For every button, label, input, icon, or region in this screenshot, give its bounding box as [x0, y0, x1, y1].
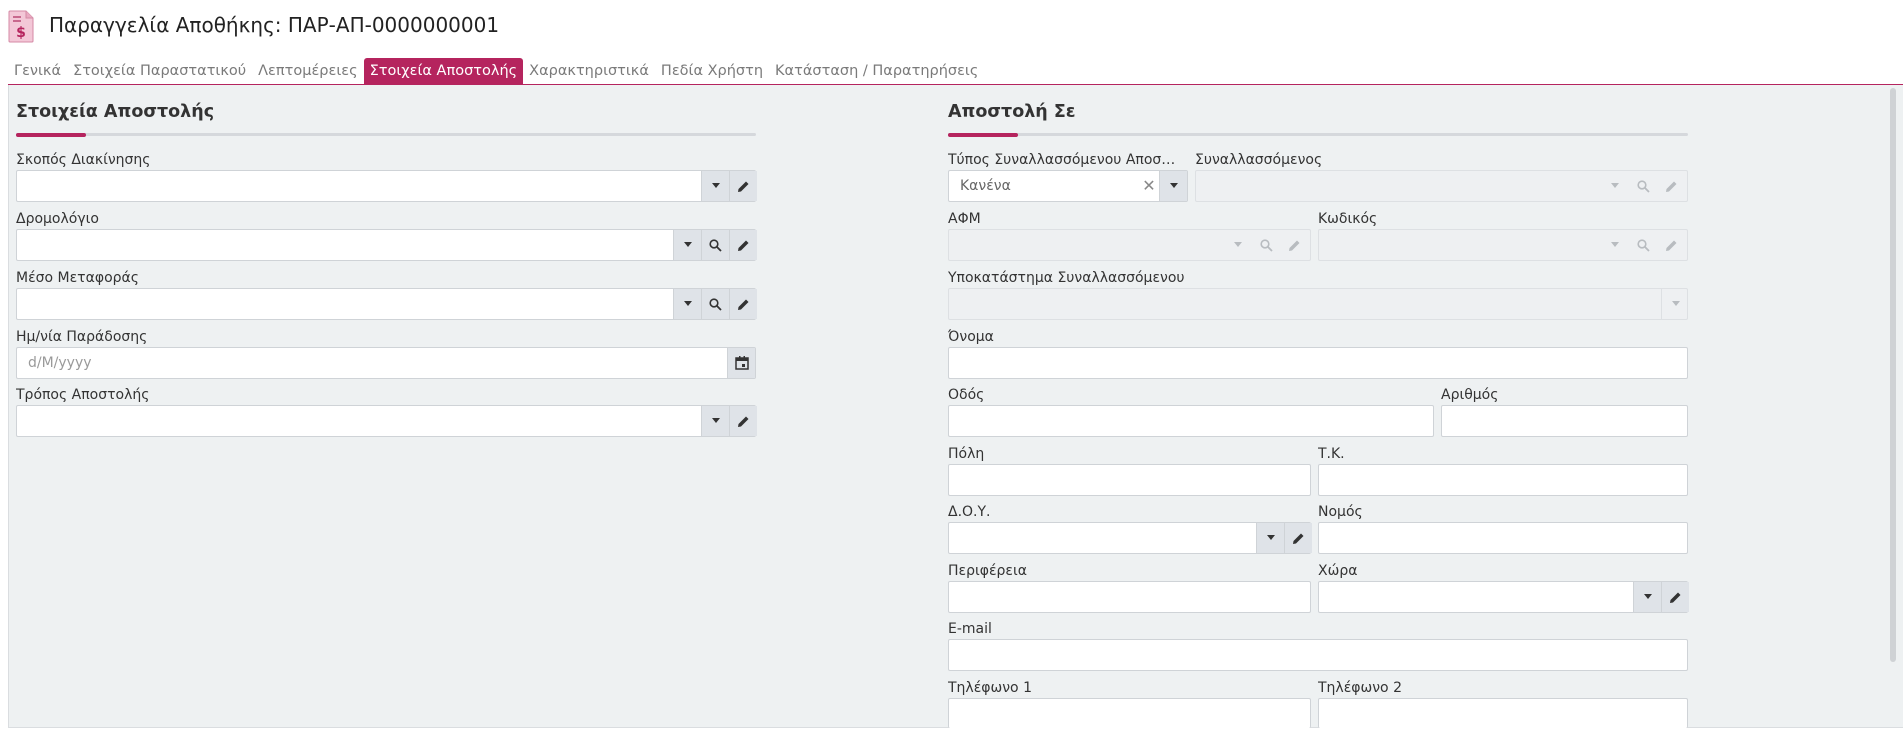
tab-details[interactable]: Λεπτομέρειες — [252, 58, 363, 84]
zip-input[interactable] — [1318, 464, 1688, 496]
edit-pencil-icon[interactable] — [1657, 230, 1685, 260]
counterparty-type-select[interactable]: Κανένα ✕ — [948, 170, 1188, 202]
chevron-down-icon[interactable] — [1159, 171, 1187, 201]
counterparty-select[interactable] — [1195, 170, 1688, 202]
tab-status-notes[interactable]: Κατάσταση / Παρατηρήσεις — [769, 58, 984, 84]
phone1-label: Τηλέφωνο 1 — [948, 680, 1032, 696]
edit-pencil-icon[interactable] — [729, 289, 757, 319]
email-label: E-mail — [948, 621, 992, 637]
search-icon[interactable] — [1629, 171, 1657, 201]
edit-pencil-icon[interactable] — [729, 230, 757, 260]
country-select[interactable] — [1318, 581, 1689, 613]
calendar-icon[interactable] — [727, 348, 755, 378]
transport-label: Μέσο Μεταφοράς — [16, 270, 139, 286]
clear-icon[interactable]: ✕ — [1139, 171, 1159, 201]
svg-text:$: $ — [16, 25, 26, 41]
street-input[interactable] — [948, 405, 1434, 437]
edit-pencil-icon[interactable] — [1657, 171, 1685, 201]
transport-select[interactable] — [16, 288, 757, 320]
email-input[interactable] — [948, 639, 1688, 671]
tab-attributes[interactable]: Χαρακτηριστικά — [523, 58, 655, 84]
chevron-down-icon[interactable] — [1224, 230, 1252, 260]
branch-label: Υποκατάστημα Συναλλασσόμενου — [948, 270, 1185, 286]
chevron-down-icon[interactable] — [701, 406, 729, 436]
edit-pencil-icon[interactable] — [1280, 230, 1308, 260]
phone2-label: Τηλέφωνο 2 — [1318, 680, 1402, 696]
prefecture-input[interactable] — [1318, 522, 1688, 554]
phone1-input[interactable] — [948, 698, 1311, 728]
chevron-down-icon[interactable] — [1601, 230, 1629, 260]
city-input[interactable] — [948, 464, 1311, 496]
code-label: Κωδικός — [1318, 211, 1378, 227]
country-label: Χώρα — [1318, 563, 1358, 579]
route-select[interactable] — [16, 229, 757, 261]
phone2-input[interactable] — [1318, 698, 1688, 728]
vat-select[interactable] — [948, 229, 1311, 261]
number-label: Αριθμός — [1441, 387, 1499, 403]
shipping-method-label: Τρόπος Αποστολής — [16, 387, 150, 403]
section-divider — [16, 133, 756, 137]
tab-bar: Γενικά Στοιχεία Παραστατικού Λεπτομέρειε… — [8, 58, 984, 84]
vat-label: ΑΦΜ — [948, 211, 981, 227]
edit-pencil-icon[interactable] — [1661, 582, 1689, 612]
header: $ Παραγγελία Αποθήκης: ΠΑΡ-ΑΠ-0000000001 — [0, 0, 1903, 50]
code-select[interactable] — [1318, 229, 1688, 261]
delivery-date-input[interactable]: d/M/yyyy — [16, 347, 756, 379]
name-label: Όνομα — [948, 329, 994, 345]
page-title: Παραγγελία Αποθήκης: ΠΑΡ-ΑΠ-0000000001 — [49, 13, 500, 37]
tax-office-select[interactable] — [948, 522, 1312, 554]
chevron-down-icon[interactable] — [673, 289, 701, 319]
invoice-dollar-icon: $ — [8, 10, 34, 43]
branch-select[interactable] — [948, 288, 1688, 320]
tab-document-details[interactable]: Στοιχεία Παραστατικού — [67, 58, 252, 84]
delivery-date-label: Ημ/νία Παράδοσης — [16, 329, 148, 345]
chevron-down-icon[interactable] — [673, 230, 701, 260]
tax-office-label: Δ.Ο.Υ. — [948, 504, 991, 520]
city-label: Πόλη — [948, 446, 985, 462]
tab-shipping-details[interactable]: Στοιχεία Αποστολής — [363, 58, 524, 84]
search-icon[interactable] — [701, 230, 729, 260]
region-label: Περιφέρεια — [948, 563, 1027, 579]
number-input[interactable] — [1441, 405, 1688, 437]
edit-pencil-icon[interactable] — [729, 171, 757, 201]
tab-general[interactable]: Γενικά — [8, 58, 67, 84]
delivery-date-placeholder: d/M/yyyy — [28, 355, 92, 371]
vertical-scrollbar[interactable] — [1890, 88, 1896, 662]
chevron-down-icon[interactable] — [1256, 523, 1284, 553]
chevron-down-icon[interactable] — [1661, 289, 1689, 319]
search-icon[interactable] — [1252, 230, 1280, 260]
chevron-down-icon[interactable] — [1601, 171, 1629, 201]
counterparty-type-label: Τύπος Συναλλασσόμενου Αποστο... — [948, 152, 1183, 168]
counterparty-label: Συναλλασσόμενος — [1195, 152, 1323, 168]
search-icon[interactable] — [1629, 230, 1657, 260]
movement-purpose-label: Σκοπός Διακίνησης — [16, 152, 151, 168]
section-divider — [948, 133, 1688, 137]
shipping-method-select[interactable] — [16, 405, 757, 437]
search-icon[interactable] — [701, 289, 729, 319]
movement-purpose-select[interactable] — [16, 170, 757, 202]
chevron-down-icon[interactable] — [701, 171, 729, 201]
name-input[interactable] — [948, 347, 1688, 379]
zip-label: Τ.Κ. — [1318, 446, 1345, 462]
route-label: Δρομολόγιο — [16, 211, 99, 227]
tab-user-fields[interactable]: Πεδία Χρήστη — [655, 58, 769, 84]
street-label: Οδός — [948, 387, 985, 403]
prefecture-label: Νομός — [1318, 504, 1363, 520]
edit-pencil-icon[interactable] — [729, 406, 757, 436]
region-input[interactable] — [948, 581, 1311, 613]
section-title-ship-to: Αποστολή Σε — [948, 102, 1076, 122]
chevron-down-icon[interactable] — [1633, 582, 1661, 612]
section-title-shipping: Στοιχεία Αποστολής — [16, 102, 215, 122]
counterparty-type-value: Κανένα — [960, 178, 1011, 194]
edit-pencil-icon[interactable] — [1284, 523, 1312, 553]
